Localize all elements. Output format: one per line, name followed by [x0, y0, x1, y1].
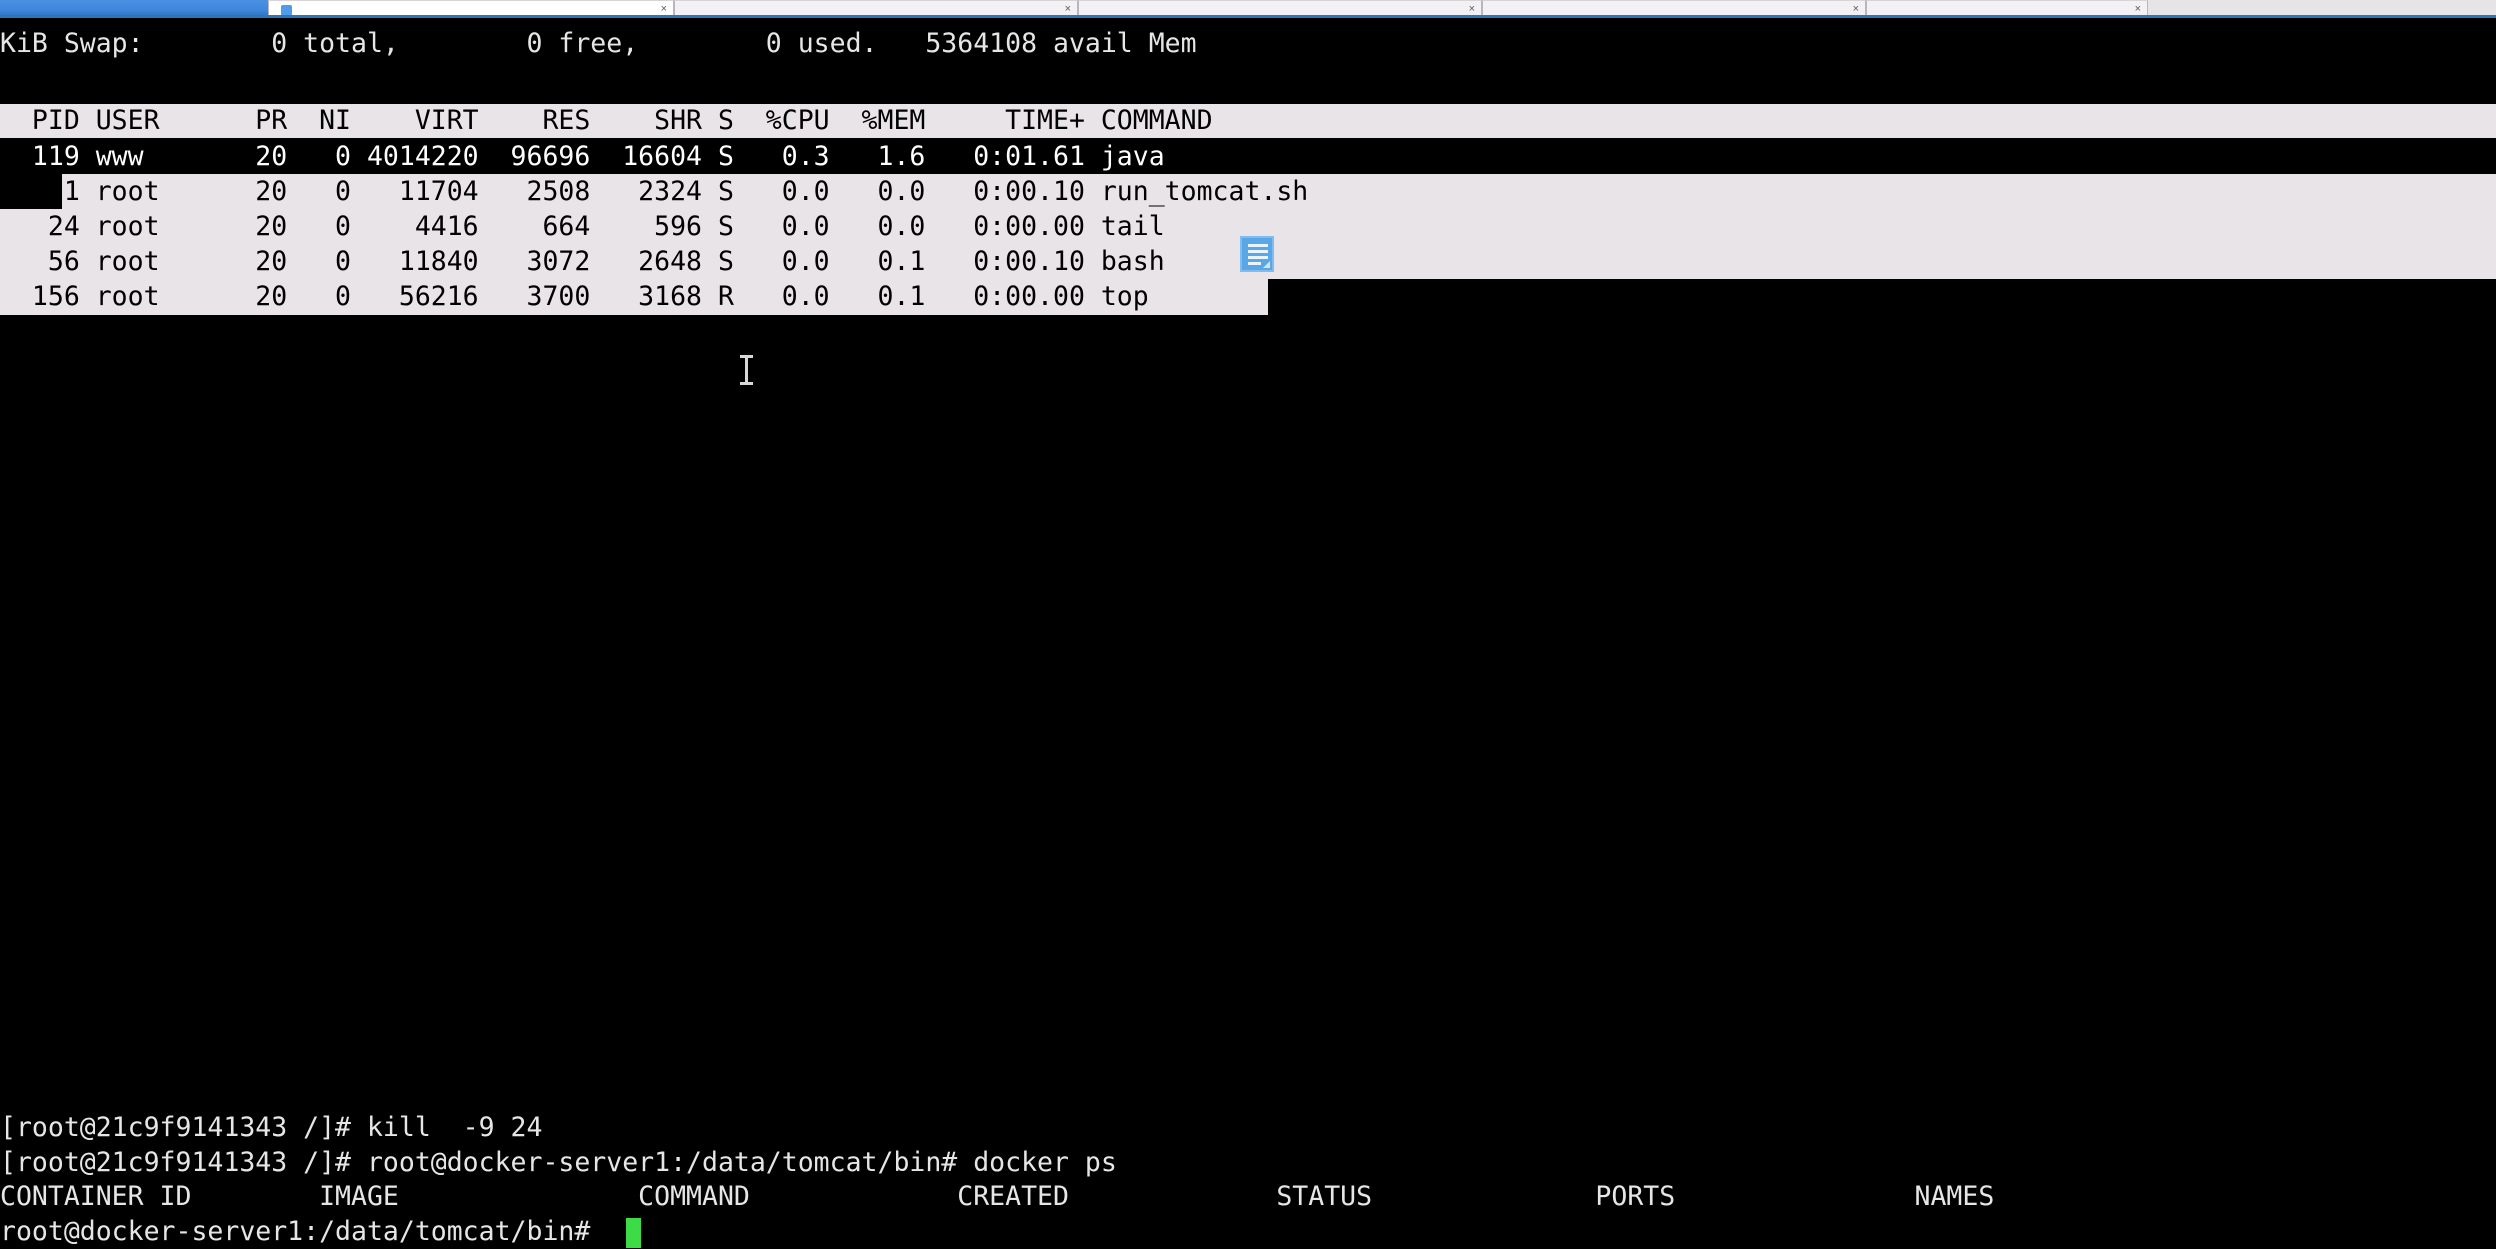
table-row[interactable]: 119 www 20 0 4014220 96696 16604 S 0.3 1… [0, 139, 1165, 174]
browser-tab-strip: × × × × × [0, 0, 2496, 18]
close-icon[interactable]: × [1853, 3, 1859, 15]
browser-tab-3[interactable]: × [1078, 0, 1482, 15]
tab-strip-empty-area[interactable] [2148, 0, 2496, 15]
table-row[interactable]: 1 root 20 0 11704 2508 2324 S 0.0 0.0 0:… [0, 174, 1308, 209]
browser-tab-2[interactable]: × [674, 0, 1078, 15]
top-column-header-text: PID USER PR NI VIRT RES SHR S %CPU %MEM … [0, 105, 1213, 136]
close-icon[interactable]: × [1065, 3, 1071, 15]
close-icon[interactable]: × [661, 3, 667, 15]
table-row[interactable]: 156 root 20 0 56216 3700 3168 R 0.0 0.1 … [0, 279, 1149, 314]
document-drag-icon [1240, 236, 1274, 272]
close-icon[interactable]: × [2135, 3, 2141, 15]
browser-tab-4[interactable]: × [1482, 0, 1866, 15]
close-icon[interactable]: × [1469, 3, 1475, 15]
shell-prompt[interactable]: root@docker-server1:/data/tomcat/bin# [0, 1214, 606, 1249]
top-swap-line: KiB Swap: 0 total, 0 free, 0 used. 53641… [0, 28, 1197, 59]
terminal-window[interactable]: KiB Swap: 0 total, 0 free, 0 used. 53641… [0, 18, 2496, 1248]
table-row[interactable]: 56 root 20 0 11840 3072 2648 S 0.0 0.1 0… [0, 244, 1165, 279]
top-column-header-bar: PID USER PR NI VIRT RES SHR S %CPU %MEM … [0, 104, 2496, 138]
block-cursor [626, 1218, 641, 1248]
browser-tab-1[interactable]: × [268, 0, 674, 16]
docker-ps-table-header: CONTAINER ID IMAGE COMMAND CREATED STATU… [0, 1181, 1995, 1212]
shell-line-kill-command: [root@21c9f9141343 /]# kill -9 24 [0, 1112, 543, 1143]
i-beam-cursor [740, 355, 753, 385]
table-row[interactable]: 24 root 20 0 4416 664 596 S 0.0 0.0 0:00… [0, 209, 1165, 244]
browser-tabs: × × × × × [0, 0, 2496, 16]
shell-line-docker-ps-command: [root@21c9f9141343 /]# root@docker-serve… [0, 1147, 1117, 1178]
browser-tab-5[interactable]: × [1866, 0, 2148, 15]
